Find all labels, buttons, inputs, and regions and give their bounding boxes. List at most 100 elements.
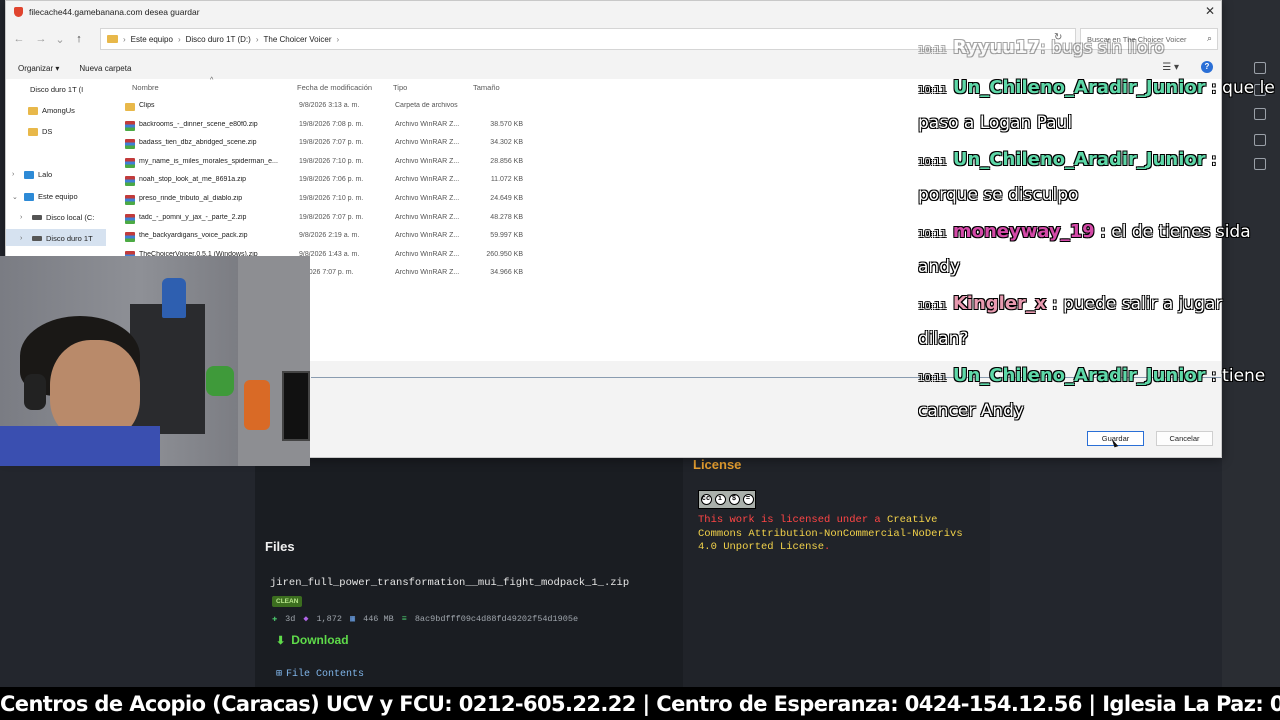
folder-icon (107, 35, 118, 43)
nav-item-label: Disco duro 1T (I (30, 85, 84, 94)
collapse-chevron-icon[interactable]: ⌄ (12, 193, 20, 201)
nav-item[interactable]: › Disco duro 1T (20, 234, 93, 243)
chat-user: Ryyuu17 (952, 37, 1041, 58)
file-row-date: 19/8/2026 7:07 p. m. (299, 139, 364, 147)
file-row-date: 19/8/2026 7:10 p. m. (299, 157, 364, 165)
breadcrumb-separator-icon: › (255, 34, 259, 44)
file-contents-toggle[interactable]: ⊞ File Contents (276, 668, 364, 681)
file-row-date: 8/2026 7:07 p. m. (299, 269, 354, 277)
chat-message: 10:11 Un_Chileno_Aradir_Junior : porque s… (918, 144, 1278, 211)
file-hash: 8ac9bdfff09c4d88fd49202f54d1905e (414, 614, 579, 624)
sort-chevron-icon: ^ (210, 77, 214, 84)
zip-file-icon (125, 120, 135, 131)
column-header-date[interactable]: Fecha de modificación (297, 83, 372, 92)
breadcrumb-item[interactable]: The Choicer Voicer (263, 35, 331, 44)
chat-user: moneyway_19 (952, 221, 1095, 242)
file-row[interactable]: Clips 9/8/2026 3:13 a. m. Carpeta de archi… (106, 98, 526, 117)
new-folder-button[interactable]: Nueva carpeta (79, 64, 131, 73)
folder-icon (125, 103, 135, 111)
chat-message: 10:11 Un_Chileno_Aradir_Junior : que le p… (918, 72, 1278, 139)
monitor (282, 371, 310, 441)
file-row[interactable]: noah_stop_look_at_me_8691a.zip 19/8/2026 … (106, 172, 526, 191)
zip-file-icon (125, 139, 135, 150)
column-header-size[interactable]: Tamaño (473, 83, 500, 92)
download-button[interactable]: ⬇ Download (276, 633, 349, 647)
breadcrumb-separator-icon: › (177, 34, 181, 44)
recent-chevron-icon[interactable]: ⌄ (52, 33, 68, 46)
forward-arrow-icon[interactable]: → (30, 33, 52, 45)
license-text: This work is licensed under a Creative C… (698, 514, 983, 555)
folder-icon (28, 127, 38, 136)
figure (206, 366, 234, 396)
back-arrow-icon[interactable]: ← (8, 33, 30, 45)
expand-chevron-icon[interactable]: › (12, 171, 20, 178)
zip-file-icon (125, 157, 135, 168)
file-meta: ✚ 3d ◆ 1,872 ▦ 446 MB ≡ 8ac9bdfff09c4d88fd49… (272, 614, 578, 624)
file-downloads: 1,872 (316, 614, 342, 624)
file-row-name: my_name_is_miles_morales_spiderman_e... (139, 157, 278, 165)
file-row-name: badass_tien_dbz_abridged_scene.zip (139, 139, 257, 147)
chat-user: Un_Chileno_Aradir_Junior (952, 77, 1206, 98)
up-arrow-icon[interactable]: ↑ (68, 33, 90, 45)
file-row[interactable]: preso_rinde_tributo_al_diablo.zip 19/8/20… (106, 191, 526, 210)
file-row-size: 34.302 KB (490, 139, 523, 147)
nav-item[interactable]: › Lalo (12, 170, 52, 179)
figure (162, 278, 186, 318)
column-header-name[interactable]: Nombre (132, 83, 159, 92)
file-row[interactable]: my_name_is_miles_morales_spiderman_e... 1… (106, 154, 526, 173)
chat-time: 10:11 (918, 157, 947, 168)
file-row-type: Archivo WinRAR Z... (395, 250, 460, 258)
dialog-title: filecache44.gamebanana.com desea guardar (29, 7, 200, 17)
file-age: 3d (285, 614, 296, 624)
cc-license-badge[interactable]: cc i $ = (698, 490, 756, 509)
nav-item[interactable]: Disco duro 1T (I (30, 85, 83, 94)
file-size: 446 MB (363, 614, 394, 624)
folder-icon (28, 106, 38, 115)
download-arrow-icon: ⬇ (276, 634, 286, 647)
streamer-face (50, 340, 140, 440)
figure (244, 380, 270, 430)
cancel-button[interactable]: Cancelar (1156, 431, 1213, 446)
chat-user: Kingler_x (952, 293, 1047, 314)
files-heading: Files (265, 539, 295, 554)
file-row-size: 24.649 KB (490, 195, 523, 202)
file-row-name: Clips (139, 102, 155, 109)
breadcrumb-item[interactable]: Disco duro 1T (D:) (186, 35, 251, 44)
zip-file-icon (125, 195, 135, 205)
file-row-name: backrooms_-_dinner_scene_e80f0.zip (139, 120, 258, 128)
file-name: jiren_full_power_transformation__mui_fig… (270, 577, 630, 589)
zip-file-icon (125, 232, 135, 243)
news-ticker: Centros de Acopio (Caracas) UCV y FCU: 0… (0, 687, 1280, 720)
chat-message: 10:11 Ryyuu17: bugs sin lloro (918, 32, 1278, 67)
file-row[interactable]: tadc_-_pomni_y_jax_-_parte_2.zip 19/8/202… (106, 210, 526, 229)
file-row-type: Archivo WinRAR Z... (395, 213, 460, 221)
download-label: Download (291, 633, 349, 647)
breadcrumb-separator-icon: › (123, 34, 126, 44)
nav-item[interactable]: DS (28, 127, 52, 136)
organize-menu[interactable]: Organizar ▾ (18, 64, 59, 73)
file-row-type: Carpeta de archivos (395, 102, 458, 109)
file-row-date: 9/8/2026 1:43 a. m. (299, 250, 360, 258)
file-row-date: 19/8/2026 7:06 p. m. (299, 176, 364, 184)
nav-item[interactable]: AmongUs (28, 106, 75, 115)
nav-item[interactable]: › Disco local (C: (20, 213, 94, 222)
expand-chevron-icon[interactable]: › (20, 235, 28, 242)
file-row-date: 19/8/2026 7:08 p. m. (299, 120, 364, 128)
file-row-date: 19/8/2026 7:07 p. m. (299, 213, 364, 221)
file-row-date: 19/8/2026 7:10 p. m. (299, 195, 364, 202)
expand-chevron-icon[interactable]: › (20, 214, 28, 221)
nav-item[interactable]: ⌄ Este equipo (12, 192, 78, 201)
close-icon[interactable]: ✕ (1205, 4, 1215, 18)
file-row[interactable]: badass_tien_dbz_abridged_scene.zip 19/8/2… (106, 135, 526, 154)
breadcrumb-item[interactable]: Este equipo (131, 35, 173, 44)
file-row-size: 11.072 KB (490, 176, 523, 184)
file-row[interactable]: the_backyardigans_voice_pack.zip 9/8/2026… (106, 228, 526, 247)
file-row-name: tadc_-_pomni_y_jax_-_parte_2.zip (139, 213, 247, 221)
streamer-shirt (0, 426, 160, 466)
file-row[interactable]: backrooms_-_dinner_scene_e80f0.zip 19/8/2… (106, 117, 526, 136)
clean-badge: CLEAN (272, 596, 303, 607)
license-heading: License (693, 457, 742, 472)
column-header-type[interactable]: Tipo (393, 83, 407, 92)
drive-icon (32, 215, 42, 220)
navigation-pane: Disco duro 1T (I AmongUs DS › Lalo ⌄ Este … (6, 79, 106, 259)
